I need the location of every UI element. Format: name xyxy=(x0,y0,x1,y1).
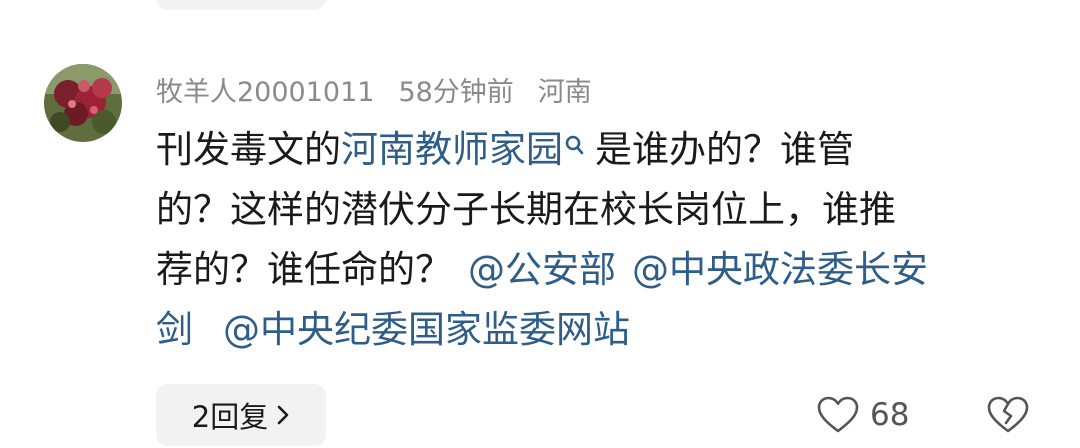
comment-meta: 牧羊人20001011 58分钟前 河南 xyxy=(156,70,592,108)
mention-link[interactable]: @中央纪委国家监委网站 xyxy=(223,308,630,351)
avatar-image xyxy=(44,64,122,142)
comment-line-4: 剑 @中央纪委国家监委网站 xyxy=(156,300,1046,360)
chevron-right-icon xyxy=(277,405,289,425)
comment-line-1: 刊发毒文的河南教师家园 是谁办的？谁管 xyxy=(156,120,1046,180)
comment-line-2: 的？这样的潜伏分子长期在校长岗位上，谁推 xyxy=(156,188,896,231)
like-count: 68 xyxy=(870,397,910,433)
like-button[interactable]: 68 xyxy=(816,388,909,442)
previous-reply-button[interactable] xyxy=(156,0,326,10)
replies-count-label: 2回复 xyxy=(191,400,269,434)
comment-text: 刊发毒文的河南教师家园 是谁办的？谁管 的？这样的潜伏分子长期在校长岗位上，谁推 … xyxy=(156,120,1046,360)
comment-line-3: 荐的？谁任命的？ @公安部 @中央政法委长安 xyxy=(156,240,1046,300)
author-name[interactable]: 牧羊人20001011 xyxy=(156,70,374,109)
view-replies-button[interactable]: 2回复 xyxy=(156,384,326,446)
comment-card: 牧羊人20001011 58分钟前 河南 刊发毒文的河南教师家园 是谁办的？谁管 … xyxy=(0,0,1080,448)
mention-link[interactable]: @中央政法委长安 xyxy=(632,248,928,291)
comment-text-segment: 刊发毒文的 xyxy=(156,128,341,171)
mention-link-continuation[interactable]: 剑 xyxy=(156,308,193,351)
comment-text-segment: 荐的？谁任命的？ xyxy=(156,248,452,291)
mention-link[interactable]: @公安部 xyxy=(468,248,616,291)
topic-link[interactable]: 河南教师家园 xyxy=(341,128,563,171)
avatar[interactable] xyxy=(44,64,122,142)
comment-location: 河南 xyxy=(537,76,592,108)
comment-text-segment: 是谁办的？谁管 xyxy=(595,128,854,171)
search-mark-icon[interactable] xyxy=(563,122,587,155)
dislike-button[interactable] xyxy=(986,388,1030,442)
broken-heart-icon xyxy=(987,396,1029,433)
heart-outline-icon xyxy=(817,396,859,433)
comment-time: 58分钟前 xyxy=(398,76,514,108)
